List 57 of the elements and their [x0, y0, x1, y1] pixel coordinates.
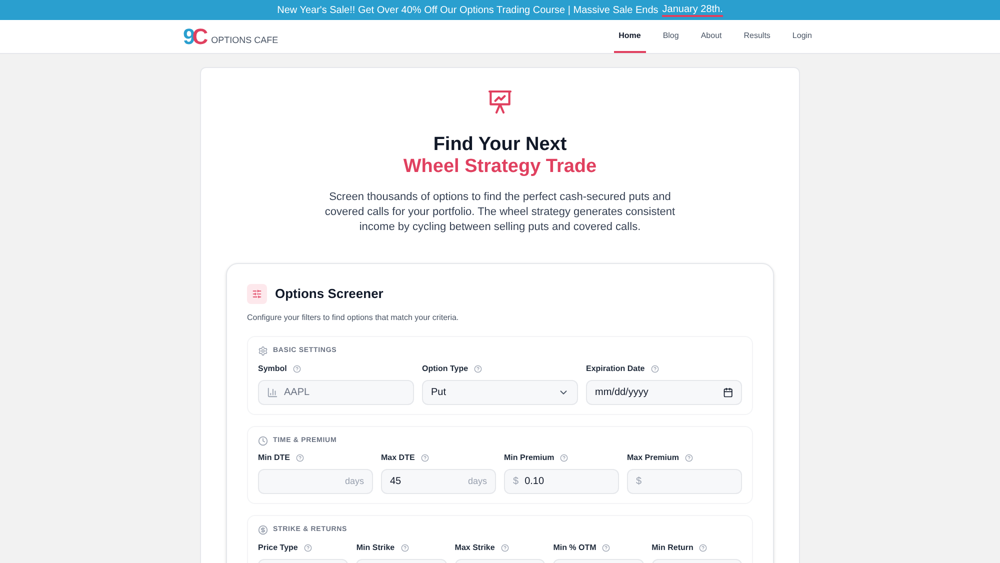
- help-icon[interactable]: [420, 454, 429, 462]
- help-icon[interactable]: [296, 454, 304, 462]
- clock-icon: [258, 436, 268, 446]
- input-field[interactable]: 45 days: [381, 469, 496, 494]
- promo-text: New Year's Sale!! Get Over 40% Off Our Options Trading Course | Massive Sale Ends: [277, 4, 658, 18]
- field-label: Price Type: [258, 542, 298, 554]
- field-label: Max Premium: [627, 452, 680, 464]
- field-label: Min DTE: [258, 452, 290, 464]
- nav-link[interactable]: About: [696, 20, 727, 53]
- help-icon[interactable]: [400, 544, 409, 552]
- help-icon[interactable]: [602, 544, 610, 552]
- brand-name[interactable]: OPTIONS CAFE: [211, 34, 278, 48]
- help-icon[interactable]: [292, 364, 301, 372]
- nav-link[interactable]: Home: [614, 20, 646, 53]
- screener-title: Options Screener: [275, 285, 384, 304]
- screener-subtitle: Configure your filters to find options that match your criteria.: [247, 312, 460, 324]
- field-label: Symbol: [258, 362, 287, 374]
- text-input[interactable]: AAPL: [284, 384, 405, 400]
- hero-title: Find Your Next: [433, 134, 567, 156]
- date-field[interactable]: mm/dd/yyyy: [586, 380, 742, 404]
- field-label: Min Premium: [504, 452, 554, 464]
- nav-link[interactable]: Blog: [658, 20, 684, 53]
- help-icon[interactable]: [560, 454, 568, 462]
- nav-link[interactable]: Results: [738, 20, 776, 53]
- hero-accent-title: Wheel Strategy Trade: [403, 156, 597, 178]
- currency-prefix: $: [636, 475, 642, 489]
- input-field[interactable]: $ 0.10: [504, 469, 619, 494]
- dollar-icon: [258, 525, 268, 536]
- unit-suffix: days: [468, 474, 487, 488]
- field-label: Max Strike: [454, 542, 495, 554]
- gear-icon: [258, 346, 268, 356]
- currency-prefix: $: [513, 475, 519, 489]
- text-input[interactable]: 45: [390, 474, 462, 489]
- text-input[interactable]: 0.10: [524, 474, 610, 489]
- option-type-select[interactable]: Put: [422, 380, 578, 404]
- logo[interactable]: 9C: [183, 26, 206, 48]
- presentation-chart-icon: [486, 88, 514, 116]
- date-input[interactable]: mm/dd/yyyy: [595, 384, 723, 400]
- input-field[interactable]: AAPL: [258, 380, 414, 404]
- help-icon[interactable]: [304, 544, 312, 552]
- field-label: Min Return: [652, 542, 694, 554]
- field-label: Expiration Date: [586, 362, 645, 374]
- calendar-icon[interactable]: [722, 386, 733, 398]
- help-icon[interactable]: [500, 544, 509, 552]
- nav-link[interactable]: Login: [787, 20, 817, 53]
- chart-icon: [267, 386, 278, 398]
- help-icon[interactable]: [699, 544, 708, 552]
- help-icon[interactable]: [685, 454, 694, 462]
- field-label: Option Type: [422, 362, 468, 374]
- help-icon[interactable]: [474, 364, 482, 372]
- filters-icon: [247, 284, 267, 304]
- field-label: Min Strike: [356, 542, 395, 554]
- field-label: Max DTE: [381, 452, 415, 464]
- field-label: Min % OTM: [553, 542, 596, 554]
- help-icon[interactable]: [650, 364, 659, 372]
- unit-suffix: days: [344, 474, 364, 488]
- hero-description: Screen thousands of options to find the perfect cash-secured puts and covered calls for your portfolio. The wheel strategy generates consistent income by cycling between selling puts and covered calls.: [324, 190, 676, 235]
